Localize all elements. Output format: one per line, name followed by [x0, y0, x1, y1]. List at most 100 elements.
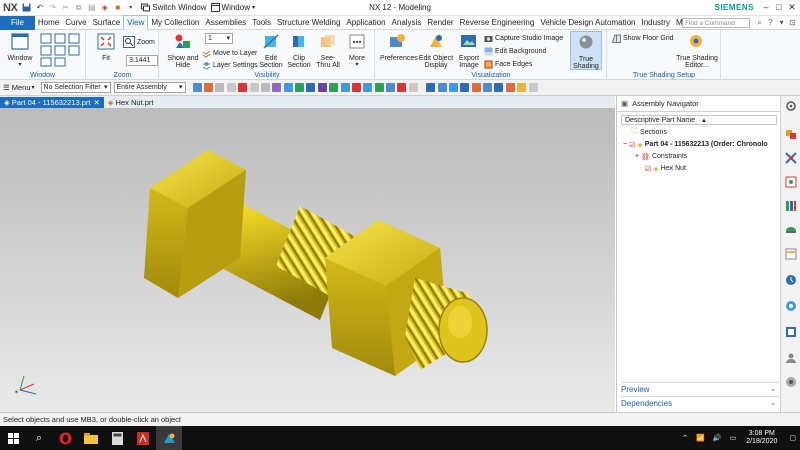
true-shading-editor-button[interactable]: True Shading Editor...: [676, 33, 718, 70]
file-explorer-icon[interactable]: [78, 426, 104, 450]
render-style-icon[interactable]: [283, 83, 293, 92]
zoom-scale-input[interactable]: 3.1441: [126, 55, 158, 66]
bounded-grid-icon[interactable]: [397, 83, 407, 92]
arc-center-icon[interactable]: [340, 83, 350, 92]
window-menu-button[interactable]: Window ▾: [210, 3, 255, 12]
notifications-icon[interactable]: ▢: [789, 434, 796, 442]
clip-section-button[interactable]: Clip Section: [286, 33, 312, 70]
assembly-navigator-icon[interactable]: [785, 128, 797, 140]
windows-start-icon[interactable]: [0, 426, 26, 450]
copy-icon[interactable]: ⧉: [73, 3, 84, 13]
layer-select[interactable]: 1 ▾: [205, 33, 233, 44]
tab-assemblies[interactable]: Assemblies: [202, 16, 249, 30]
redo-icon[interactable]: ↷: [47, 3, 58, 13]
orient-view-icon[interactable]: [272, 83, 282, 92]
face-edges-button[interactable]: Face Edges: [484, 59, 532, 69]
history-icon[interactable]: [785, 274, 797, 286]
tab-industry[interactable]: Industry: [638, 16, 672, 30]
face-rule-icon[interactable]: [249, 83, 259, 92]
tab-tools[interactable]: Tools: [249, 16, 274, 30]
acrobat-reader-icon[interactable]: [130, 426, 156, 450]
show-and-hide-button[interactable]: Show and Hide: [167, 33, 199, 70]
tab-surface[interactable]: Surface: [90, 16, 124, 30]
ribbon-collapse-icon[interactable]: ⊡: [787, 18, 798, 28]
selection-filter-select[interactable]: No Selection Filter ▾: [40, 82, 111, 93]
save-icon[interactable]: [21, 3, 32, 13]
tab-my-collection[interactable]: My Collection: [148, 16, 202, 30]
preview-section[interactable]: Preview ⌄: [621, 382, 779, 395]
checkbox-checked-icon[interactable]: ☑: [629, 141, 635, 149]
repeat-command-icon[interactable]: ◈: [99, 3, 110, 13]
existing-point-icon[interactable]: [363, 83, 373, 92]
settings-gear-icon[interactable]: [785, 100, 797, 112]
reuse-library-icon[interactable]: [785, 200, 797, 212]
menu-button[interactable]: ☰ Menu ▾: [0, 83, 38, 92]
show-floor-grid-button[interactable]: Show Floor Grid: [612, 33, 674, 43]
point-on-curve-icon[interactable]: [374, 83, 384, 92]
quadrant-point-icon[interactable]: [351, 83, 361, 92]
hd3d-tools-icon[interactable]: [785, 224, 797, 236]
ribbon-options-icon[interactable]: ▾: [776, 18, 787, 28]
fit-view-icon[interactable]: [426, 83, 436, 92]
search-icon[interactable]: ⌕: [754, 18, 765, 28]
tab-render[interactable]: Render: [424, 16, 456, 30]
bolt-and-nut-model[interactable]: ✶: [0, 108, 615, 412]
undo-icon[interactable]: ↶: [34, 3, 45, 13]
cut-icon[interactable]: ✂: [60, 3, 71, 13]
feature-filter-icon[interactable]: [215, 83, 225, 92]
type-filter-icon[interactable]: [204, 83, 214, 92]
true-shading-button[interactable]: True Shading: [570, 31, 602, 70]
dependencies-section[interactable]: Dependencies ⌄: [621, 396, 779, 409]
part-icon[interactable]: ■: [112, 3, 123, 13]
expand-icon[interactable]: +: [635, 153, 639, 160]
tab-curve[interactable]: Curve: [62, 16, 89, 30]
tab-structure-welding[interactable]: Structure Welding: [274, 16, 343, 30]
general-selection-icon[interactable]: [192, 83, 202, 92]
view-orientation-icon[interactable]: [483, 83, 493, 92]
select-all-icon[interactable]: [260, 83, 270, 92]
find-command-input[interactable]: Find a Command: [682, 18, 750, 28]
close-button[interactable]: ✕: [786, 1, 798, 13]
collapse-icon[interactable]: −: [623, 141, 627, 148]
snap-options-icon[interactable]: [408, 83, 418, 92]
tree-row-part-04[interactable]: − ☑ ◈ Part 04 - 115632213 (Order: Chrono…: [623, 139, 768, 150]
pan-icon[interactable]: [437, 83, 447, 92]
window-layout-grid-icon[interactable]: [40, 33, 82, 67]
more-button[interactable]: More ▾: [344, 33, 370, 70]
graphics-viewport[interactable]: ✶: [0, 108, 615, 412]
zoom-region-icon[interactable]: [505, 83, 515, 92]
tab-home[interactable]: Home: [35, 16, 62, 30]
capture-studio-image-button[interactable]: Capture Studio Image: [484, 33, 563, 43]
shaded-icon[interactable]: [460, 83, 470, 92]
work-layer-icon[interactable]: [471, 83, 481, 92]
fit-button[interactable]: Fit: [93, 33, 119, 62]
paste-icon[interactable]: ▤: [86, 3, 97, 13]
tab-view[interactable]: View: [123, 15, 149, 30]
edit-section-button[interactable]: Edit Section: [258, 33, 284, 70]
opera-browser-icon[interactable]: [52, 426, 78, 450]
rotate-icon[interactable]: [448, 83, 458, 92]
curve-rule-icon[interactable]: [226, 83, 236, 92]
control-point-icon[interactable]: [317, 83, 327, 92]
tree-row-sections[interactable]: 🗀 Sections: [631, 127, 667, 138]
end-point-icon[interactable]: [295, 83, 305, 92]
zoom-button[interactable]: Zoom: [123, 36, 155, 48]
wifi-icon[interactable]: 📶: [696, 434, 705, 442]
tree-row-constraints[interactable]: + ⛓ Constraints: [635, 151, 687, 162]
preferences-button[interactable]: Preferences: [380, 33, 418, 62]
close-tab-icon[interactable]: ✕: [93, 98, 99, 107]
column-header-part-name[interactable]: Descriptive Part Name ▲: [621, 115, 777, 125]
system-scenes-icon[interactable]: [785, 376, 797, 388]
tab-application[interactable]: Application: [343, 16, 388, 30]
export-image-button[interactable]: Export Image: [456, 33, 482, 70]
taskbar-clock[interactable]: 3:08 PM 2/18/2020: [746, 430, 777, 446]
maximize-button[interactable]: □: [773, 1, 785, 13]
battery-icon[interactable]: ▭: [730, 434, 737, 442]
tab-part-04[interactable]: ◈ Part 04 - 115632213.prt ✕: [0, 97, 104, 108]
dropdown-icon[interactable]: ▾: [125, 3, 136, 13]
background-icon[interactable]: [494, 83, 504, 92]
tray-chevron-up-icon[interactable]: ⌃: [682, 434, 688, 442]
web-browser-icon[interactable]: [785, 248, 797, 260]
file-tab[interactable]: File: [0, 15, 35, 30]
volume-icon[interactable]: 🔊: [713, 434, 722, 442]
